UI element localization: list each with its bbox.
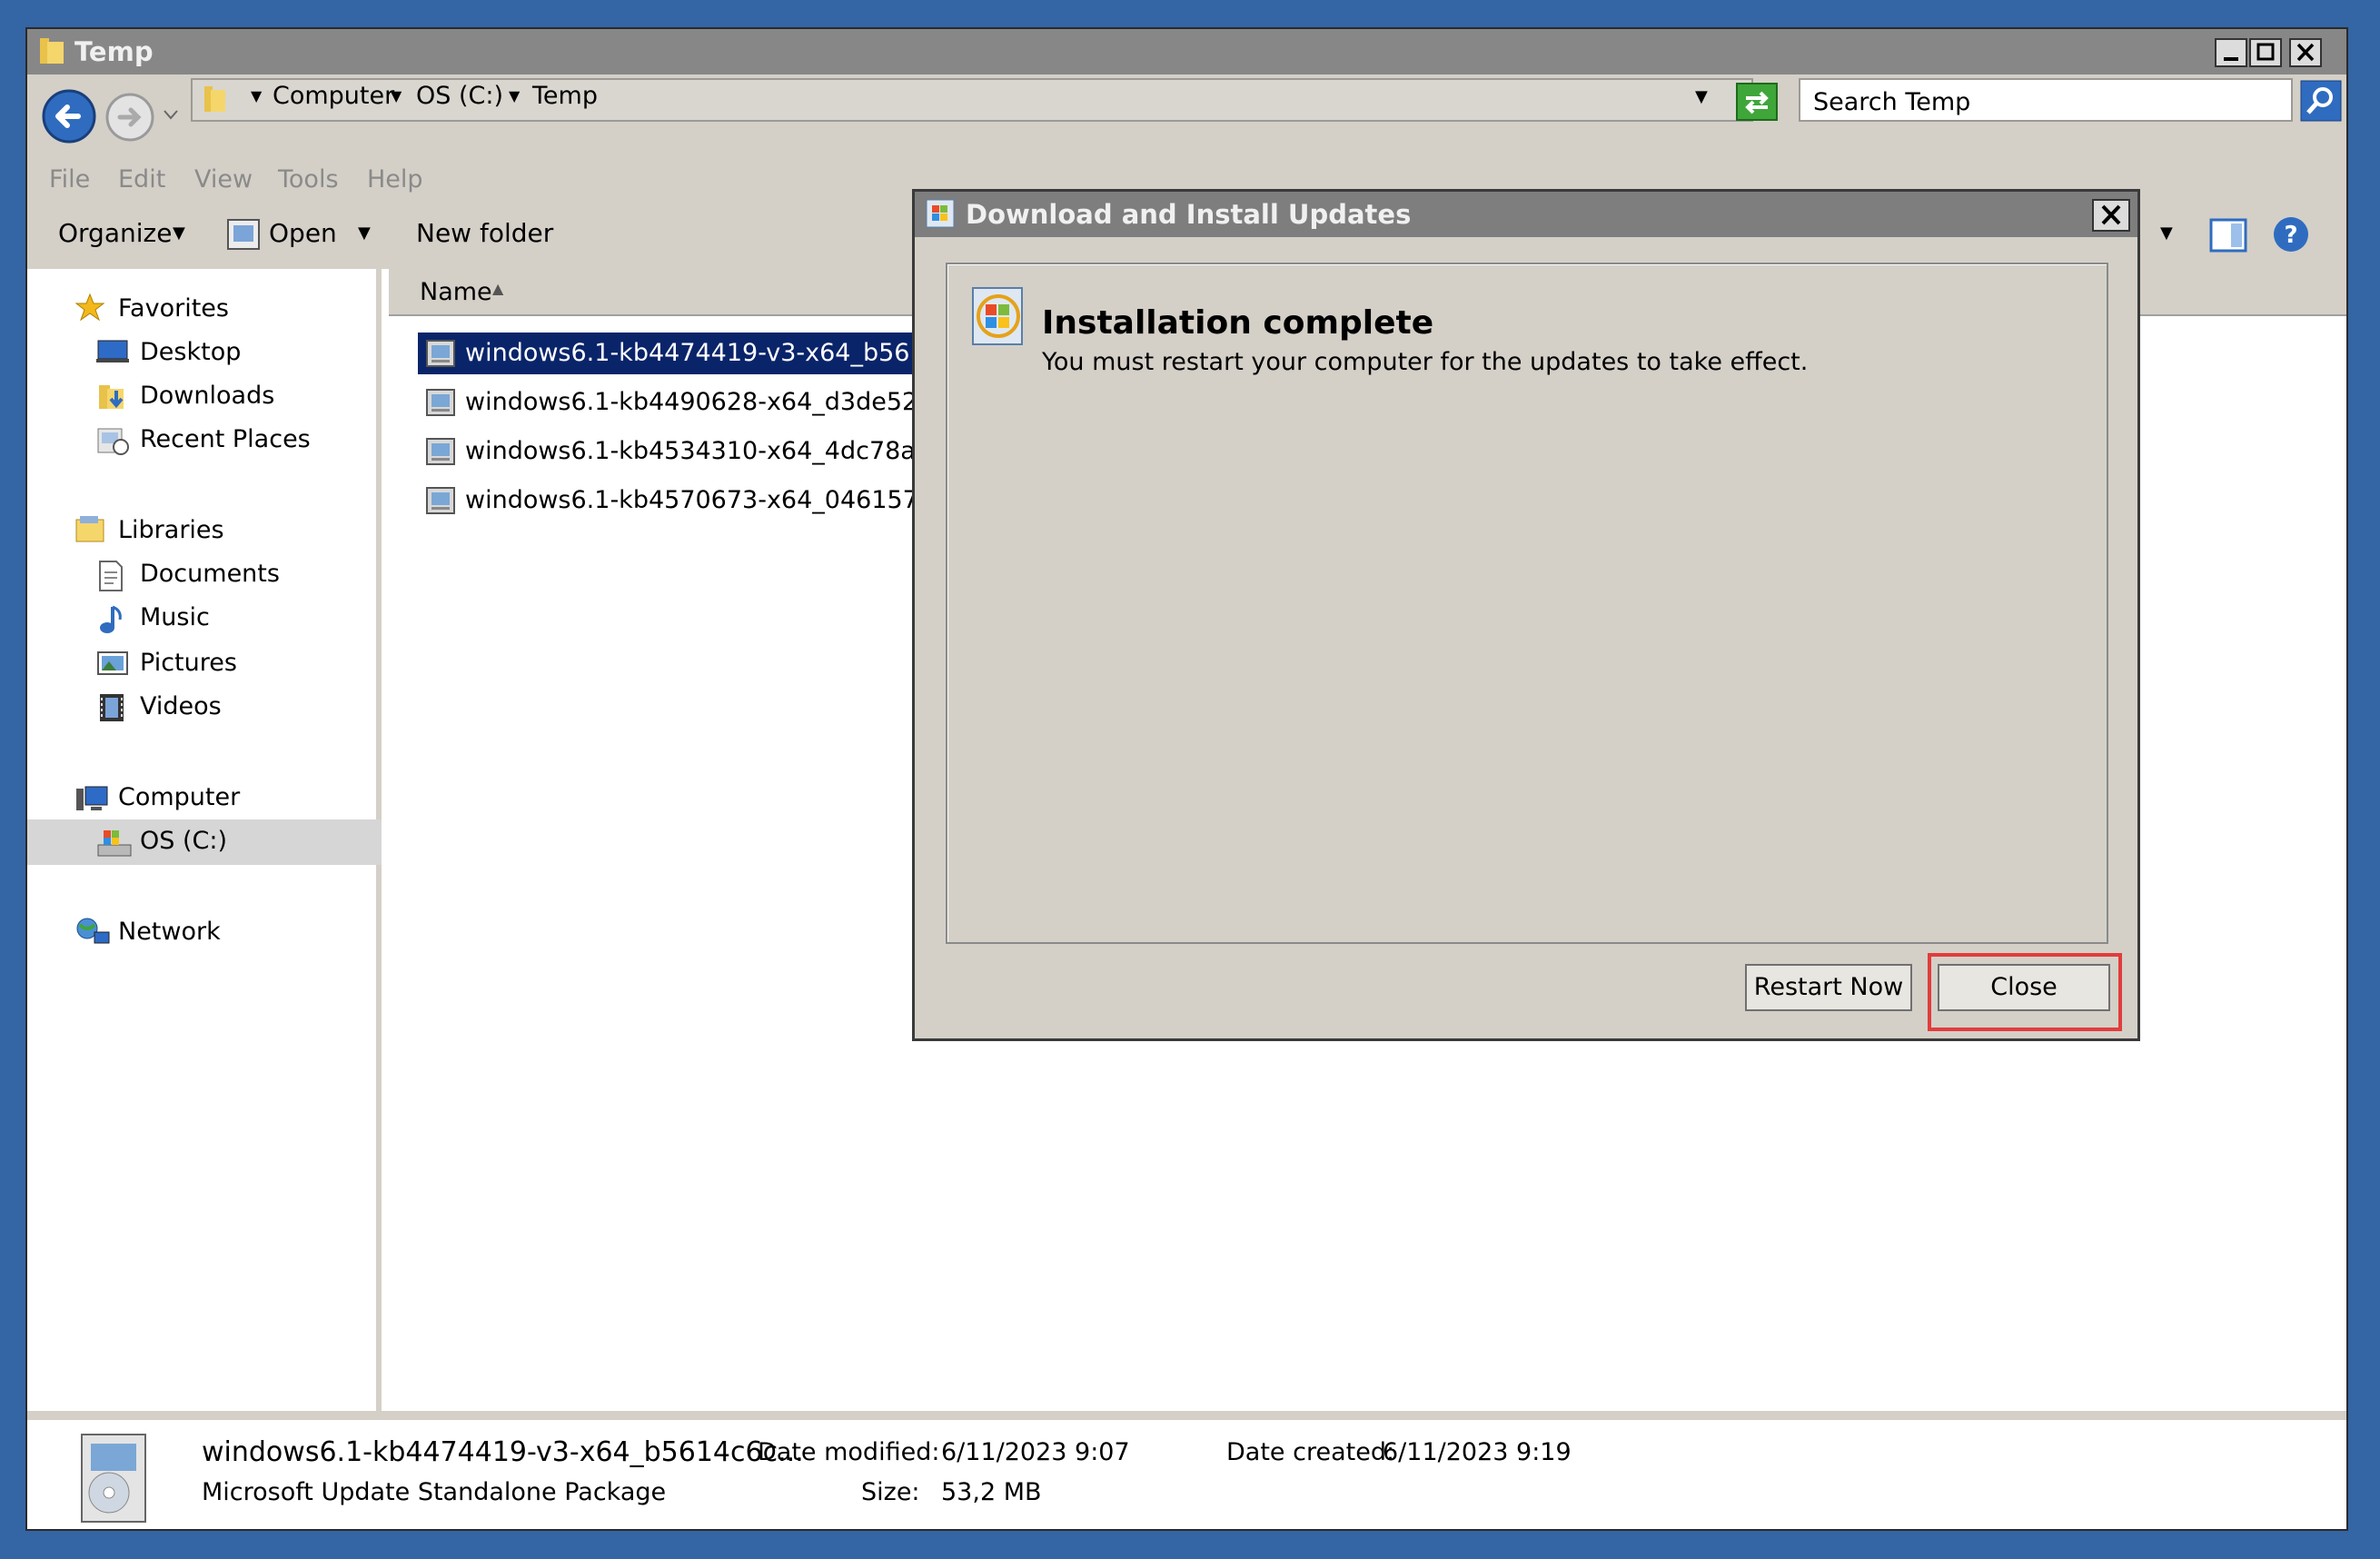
- breadcrumb-computer[interactable]: Computer: [273, 82, 394, 110]
- breadcrumb-os-drive[interactable]: OS (C:): [416, 82, 503, 110]
- refresh-icon[interactable]: [1735, 82, 1779, 122]
- file-row[interactable]: windows6.1-kb4490628-x64_d3de52d698: [418, 382, 941, 423]
- update-package-icon: [425, 388, 456, 417]
- forward-button[interactable]: [104, 91, 156, 144]
- svg-text:?: ?: [2284, 222, 2297, 249]
- libraries-icon: [74, 514, 105, 543]
- folder-icon: [38, 36, 65, 65]
- menu-file[interactable]: File: [49, 165, 90, 194]
- help-icon[interactable]: ?: [2271, 214, 2311, 254]
- dialog-close-icon[interactable]: [2092, 199, 2130, 232]
- nav-documents[interactable]: Documents: [140, 560, 280, 588]
- open-button[interactable]: Open: [269, 218, 337, 248]
- search-box[interactable]: Search Temp: [1799, 78, 2293, 122]
- downloads-icon: [96, 382, 127, 411]
- nav-music[interactable]: Music: [140, 603, 210, 631]
- breadcrumb-temp[interactable]: Temp: [532, 82, 598, 110]
- pictures-icon: [96, 649, 128, 678]
- dialog-title-bar: Download and Install Updates: [915, 192, 2137, 237]
- search-input[interactable]: Search Temp: [1813, 88, 1970, 116]
- dialog-title: Download and Install Updates: [966, 199, 1412, 230]
- details-pane: windows6.1-kb4474419-v3-x64_b5614c6c... …: [27, 1411, 2346, 1529]
- size-label: Size:: [861, 1478, 920, 1506]
- nav-pictures[interactable]: Pictures: [140, 649, 237, 677]
- documents-icon: [96, 560, 127, 591]
- windows-update-icon: [924, 197, 958, 232]
- close-window-button[interactable]: [2289, 38, 2322, 67]
- network-icon: [74, 916, 110, 945]
- date-modified-value: 6/11/2023 9:07: [941, 1438, 1130, 1466]
- dialog-heading: Installation complete: [1042, 304, 1434, 342]
- desktop-icon: [96, 338, 129, 367]
- nav-videos[interactable]: Videos: [140, 692, 222, 720]
- menu-tools[interactable]: Tools: [278, 165, 339, 194]
- date-created-value: 6/11/2023 9:19: [1383, 1438, 1572, 1466]
- organize-button[interactable]: Organize: [58, 218, 172, 248]
- maximize-button[interactable]: [2249, 38, 2282, 67]
- nav-recent-places[interactable]: Recent Places: [140, 425, 311, 453]
- breadcrumb-arrow-icon[interactable]: ▼: [251, 87, 262, 104]
- size-value: 53,2 MB: [941, 1478, 1042, 1506]
- file-row[interactable]: windows6.1-kb4474419-v3-x64_b5614c6c: [418, 333, 941, 374]
- name-column-header[interactable]: Name: [420, 278, 492, 306]
- sort-ascending-icon: ▲: [492, 280, 504, 297]
- details-file-type: Microsoft Update Standalone Package: [202, 1478, 667, 1506]
- new-folder-button[interactable]: New folder: [416, 218, 553, 248]
- address-history-dropdown-icon[interactable]: ▼: [1695, 87, 1708, 106]
- package-large-icon: [73, 1429, 154, 1527]
- recent-places-icon: [96, 425, 129, 455]
- file-row[interactable]: windows6.1-kb4570673-x64_046157fddc: [418, 480, 941, 521]
- breadcrumb-arrow-icon[interactable]: ▼: [391, 87, 402, 104]
- nav-favorites[interactable]: Favorites: [118, 294, 229, 323]
- drive-icon: [96, 827, 132, 857]
- menu-view[interactable]: View: [194, 165, 253, 194]
- date-modified-label: Date modified:: [758, 1438, 940, 1466]
- date-created-label: Date created:: [1226, 1438, 1395, 1466]
- menu-edit[interactable]: Edit: [118, 165, 165, 194]
- preview-pane-icon[interactable]: [2209, 218, 2247, 253]
- back-button[interactable]: [40, 87, 98, 145]
- nav-desktop[interactable]: Desktop: [140, 338, 241, 366]
- search-icon[interactable]: [2300, 80, 2342, 122]
- views-dropdown-icon[interactable]: ▼: [2160, 223, 2173, 243]
- address-folder-icon: [202, 84, 229, 114]
- music-icon: [96, 603, 127, 633]
- minimize-button[interactable]: [2215, 38, 2247, 67]
- update-package-icon: [425, 437, 456, 466]
- organize-dropdown-icon[interactable]: ▼: [173, 223, 185, 243]
- favorites-star-icon: [74, 293, 105, 322]
- update-package-icon: [425, 486, 456, 515]
- update-package-icon: [425, 339, 456, 368]
- computer-icon: [74, 783, 108, 812]
- file-name: windows6.1-kb4474419-v3-x64_b5614c6c: [465, 339, 941, 367]
- restart-now-button[interactable]: Restart Now: [1745, 964, 1912, 1011]
- open-dropdown-icon[interactable]: ▼: [358, 223, 371, 243]
- update-complete-icon: [967, 283, 1031, 352]
- nav-os-drive[interactable]: OS (C:): [140, 827, 227, 855]
- breadcrumb-arrow-icon[interactable]: ▼: [509, 87, 520, 104]
- install-updates-dialog: Download and Install Updates Installatio…: [912, 189, 2140, 1041]
- nav-downloads[interactable]: Downloads: [140, 382, 274, 410]
- menu-help[interactable]: Help: [367, 165, 423, 194]
- dialog-message: You must restart your computer for the u…: [1042, 348, 1809, 376]
- details-file-name: windows6.1-kb4474419-v3-x64_b5614c6c...: [202, 1436, 804, 1468]
- nav-libraries[interactable]: Libraries: [118, 516, 224, 544]
- videos-icon: [96, 692, 127, 721]
- open-icon: [225, 216, 262, 253]
- window-title: Temp: [74, 36, 154, 67]
- recent-pages-chevron-icon[interactable]: [162, 105, 180, 124]
- title-bar: Temp: [27, 29, 2346, 74]
- nav-network[interactable]: Network: [118, 918, 221, 946]
- file-name: windows6.1-kb4534310-x64_4dc78a6eeb: [465, 437, 941, 465]
- close-button-highlight: [1928, 953, 2122, 1031]
- nav-computer[interactable]: Computer: [118, 783, 240, 811]
- file-name: windows6.1-kb4490628-x64_d3de52d698: [465, 388, 941, 416]
- file-name: windows6.1-kb4570673-x64_046157fddc: [465, 486, 941, 514]
- file-row[interactable]: windows6.1-kb4534310-x64_4dc78a6eeb: [418, 431, 941, 472]
